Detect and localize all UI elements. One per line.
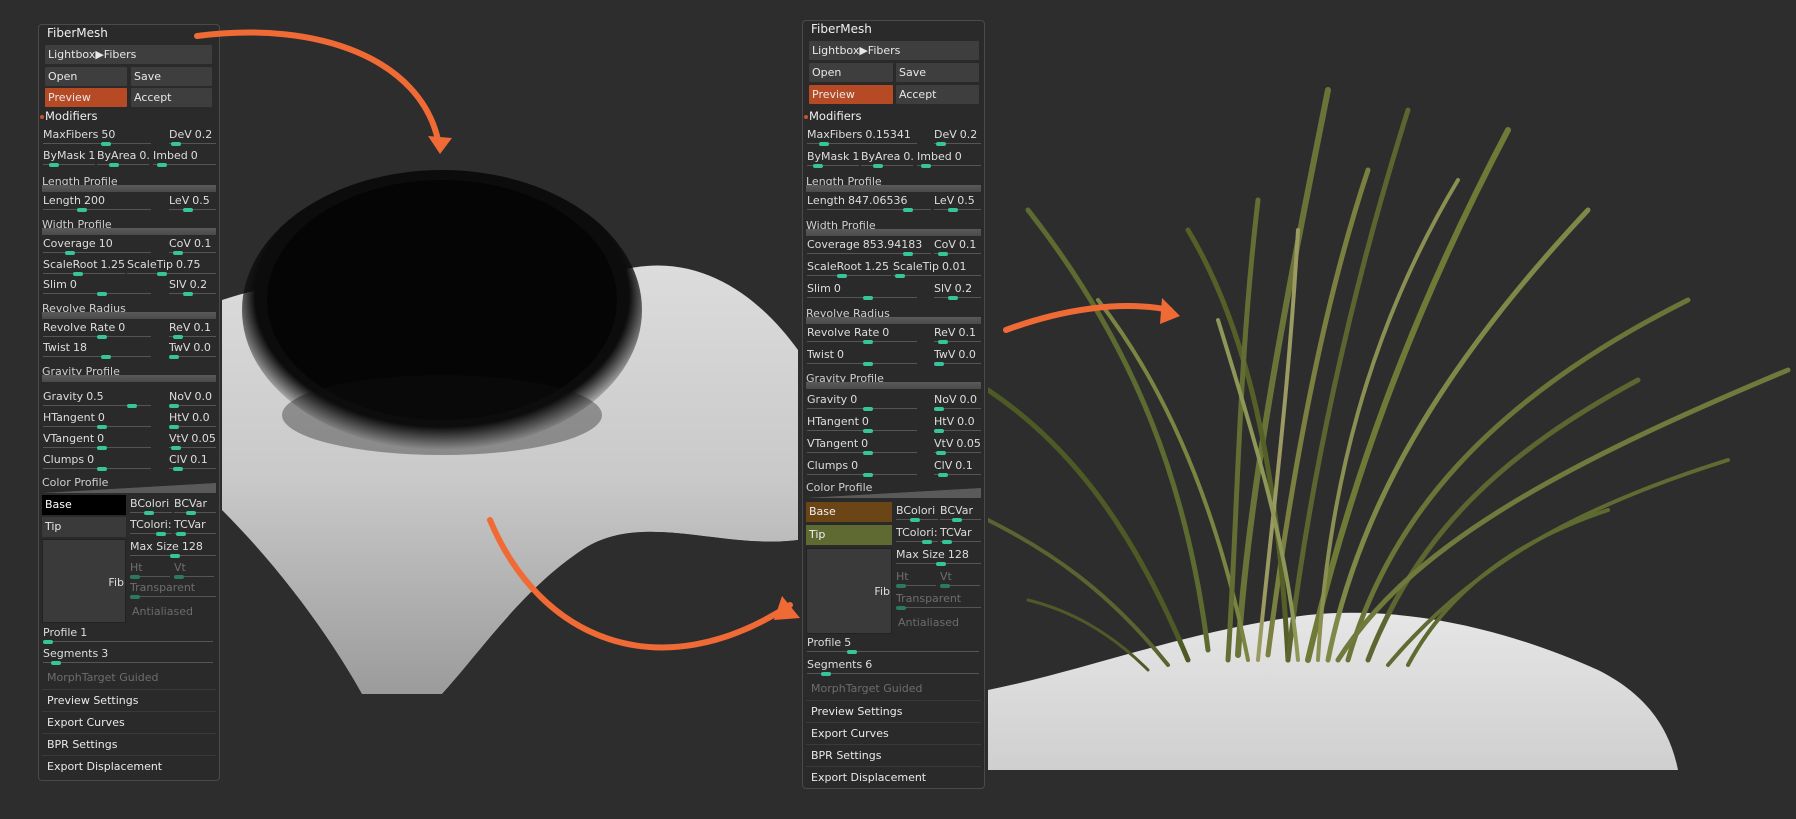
annotation-arrows: [194, 29, 1180, 651]
arrowhead-icon: [1160, 298, 1180, 324]
arrowhead-icon: [428, 136, 452, 154]
arrow-to-right-panel: [487, 517, 793, 651]
arrow-to-grass: [1003, 303, 1173, 333]
arrowhead-icon: [774, 596, 800, 620]
arrow-to-fur: [194, 29, 441, 143]
